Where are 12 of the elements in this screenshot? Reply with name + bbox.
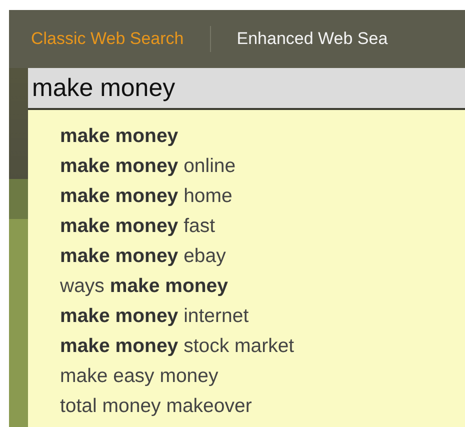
suggestion-item[interactable]: make easy money bbox=[60, 361, 465, 391]
search-field[interactable]: make money bbox=[28, 68, 465, 110]
suggestion-item[interactable]: ways make money bbox=[60, 271, 465, 301]
suggestion-item[interactable]: make money internet bbox=[60, 301, 465, 331]
suggestion-item[interactable]: make money bbox=[60, 121, 465, 151]
search-tab[interactable]: Enhanced Web Sea bbox=[236, 29, 388, 49]
suggestion-item[interactable]: make money home bbox=[60, 181, 465, 211]
suggestion-item[interactable]: make money fast bbox=[60, 211, 465, 241]
suggestion-item[interactable]: total money makeover bbox=[60, 391, 465, 421]
suggestion-item[interactable]: make money stock market bbox=[60, 331, 465, 361]
suggestion-item[interactable]: make money online bbox=[60, 151, 465, 181]
suggestion-item[interactable]: make money ebay bbox=[60, 241, 465, 271]
